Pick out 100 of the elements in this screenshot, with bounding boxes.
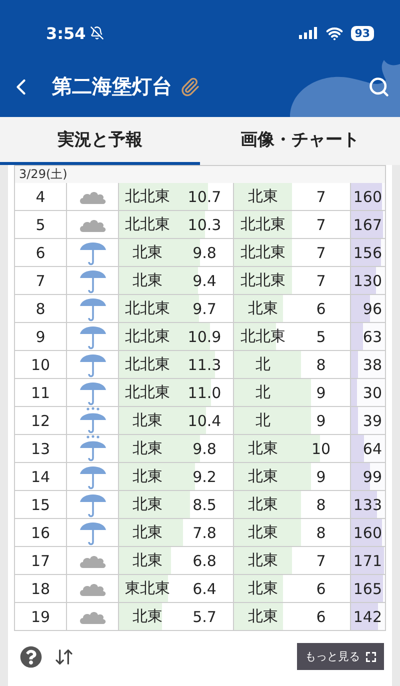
- battery-level: 93: [350, 26, 374, 40]
- speed-cell-text: 7: [315, 214, 327, 236]
- direction-cell-text: 北北東: [124, 186, 171, 207]
- speed-cell-text: 8: [315, 354, 327, 376]
- value-cell: 130: [353, 272, 382, 290]
- direction-cell-text: 北東: [247, 298, 279, 319]
- direction-cell-text: 北: [254, 354, 272, 375]
- value-cell: 165: [353, 580, 382, 598]
- hour-cell: 9: [15, 323, 67, 350]
- sort-icon[interactable]: [54, 646, 74, 666]
- direction-cell-text: 北北東: [124, 298, 171, 319]
- value-cell: 96: [362, 300, 382, 318]
- value-cell: 167: [353, 216, 382, 234]
- value-cell: 64: [362, 440, 382, 458]
- date-header: 3/29(土): [14, 165, 386, 183]
- hour-cell: 4: [15, 183, 67, 210]
- page-title: 第二海堡灯台: [52, 73, 172, 100]
- speed-cell-text: 7.8: [192, 522, 218, 544]
- speed-cell-text: 6.4: [192, 578, 218, 600]
- value-cell: 63: [362, 328, 382, 346]
- hour-cell: 15: [15, 491, 67, 518]
- speed-cell-text: 7: [315, 242, 327, 264]
- hour-cell: 17: [15, 547, 67, 574]
- direction-cell-text: 北北東: [240, 326, 286, 347]
- value-cell: 160: [353, 188, 382, 206]
- speed-cell-text: 10.4: [186, 410, 222, 432]
- direction-cell-text: 北東: [132, 466, 164, 487]
- paperclip-icon[interactable]: [180, 76, 200, 96]
- speed-cell-text: 10.3: [186, 214, 222, 236]
- speed-cell-text: 11.0: [186, 382, 222, 404]
- direction-cell-text: 北東: [247, 438, 279, 459]
- speed-cell-text: 9: [315, 466, 327, 488]
- direction-cell-text: 北東: [132, 494, 164, 515]
- hour-cell: 16: [15, 519, 67, 546]
- value-cell: 160: [353, 524, 382, 542]
- direction-cell-text: 北北東: [124, 382, 171, 403]
- hour-cell: 5: [15, 211, 67, 238]
- direction-cell-text: 北東: [247, 578, 279, 599]
- direction-cell-text: 北東: [247, 466, 279, 487]
- direction-cell-text: 北北東: [240, 270, 286, 291]
- hour-cell: 12: [15, 407, 67, 434]
- value-cell: 171: [353, 552, 382, 570]
- speed-cell-text: 8: [315, 494, 327, 516]
- direction-cell-text: 北東: [247, 606, 279, 627]
- value-cell: 30: [362, 384, 382, 402]
- expand-icon: [366, 652, 376, 662]
- direction-cell-text: 東北東: [124, 578, 171, 599]
- direction-cell-text: 北北東: [240, 242, 286, 263]
- tab[interactable]: 画像・チャート: [200, 117, 400, 165]
- bell-off-icon: [90, 26, 104, 40]
- direction-cell-text: 北: [254, 382, 272, 403]
- speed-cell-text: 9.7: [192, 298, 218, 320]
- hour-cell: 14: [15, 463, 67, 490]
- speed-cell-text: 6: [315, 606, 327, 628]
- value-cell: 39: [362, 412, 382, 430]
- speed-cell-text: 8: [315, 522, 327, 544]
- hour-cell: 13: [15, 435, 67, 462]
- hour-cell: 6: [15, 239, 67, 266]
- direction-cell-text: 北東: [132, 242, 164, 263]
- hour-cell: 10: [15, 351, 67, 378]
- speed-cell-text: 9.8: [192, 242, 218, 264]
- speed-cell-text: 7: [315, 550, 327, 572]
- value-cell: 99: [362, 468, 382, 486]
- direction-cell-text: 北東: [247, 550, 279, 571]
- direction-cell-text: 北東: [247, 522, 279, 543]
- direction-cell-text: 北北東: [124, 326, 171, 347]
- wifi-icon: [326, 24, 343, 42]
- more-button[interactable]: もっと見る: [297, 643, 384, 670]
- speed-cell-text: 9.8: [192, 438, 218, 460]
- speed-cell-text: 11.3: [186, 354, 222, 376]
- speed-cell-text: 7: [315, 186, 327, 208]
- value-cell: 133: [353, 496, 382, 514]
- direction-cell-text: 北東: [132, 606, 164, 627]
- hour-cell: 18: [15, 575, 67, 602]
- value-cell: 142: [353, 608, 382, 626]
- hour-cell: 7: [15, 267, 67, 294]
- direction-cell-text: 北東: [132, 410, 164, 431]
- help-icon[interactable]: [20, 646, 42, 668]
- speed-cell-text: 5.7: [192, 606, 218, 628]
- direction-cell-text: 北東: [247, 494, 279, 515]
- speed-cell-text: 9: [315, 382, 327, 404]
- speed-cell-text: 6: [315, 578, 327, 600]
- value-cell: 156: [353, 244, 382, 262]
- speed-cell-text: 9.4: [192, 270, 218, 292]
- direction-cell-text: 北東: [132, 550, 164, 571]
- umbrella-icon: [78, 435, 106, 462]
- speed-cell-text: 10: [310, 438, 332, 460]
- speed-cell-text: 10.9: [186, 326, 222, 348]
- value-cell: 38: [362, 356, 382, 374]
- direction-cell-text: 北: [254, 410, 272, 431]
- search-icon[interactable]: [368, 76, 390, 98]
- speed-cell-text: 10.7: [186, 186, 222, 208]
- speed-cell-text: 9.2: [192, 466, 218, 488]
- direction-cell-text: 北北東: [124, 354, 171, 375]
- direction-cell-text: 北東: [247, 186, 279, 207]
- direction-cell-text: 北北東: [124, 214, 171, 235]
- hour-cell: 11: [15, 379, 67, 406]
- status-time: 3:54: [46, 24, 86, 42]
- speed-cell-text: 6.8: [192, 550, 218, 572]
- umbrella-icon: [78, 407, 106, 434]
